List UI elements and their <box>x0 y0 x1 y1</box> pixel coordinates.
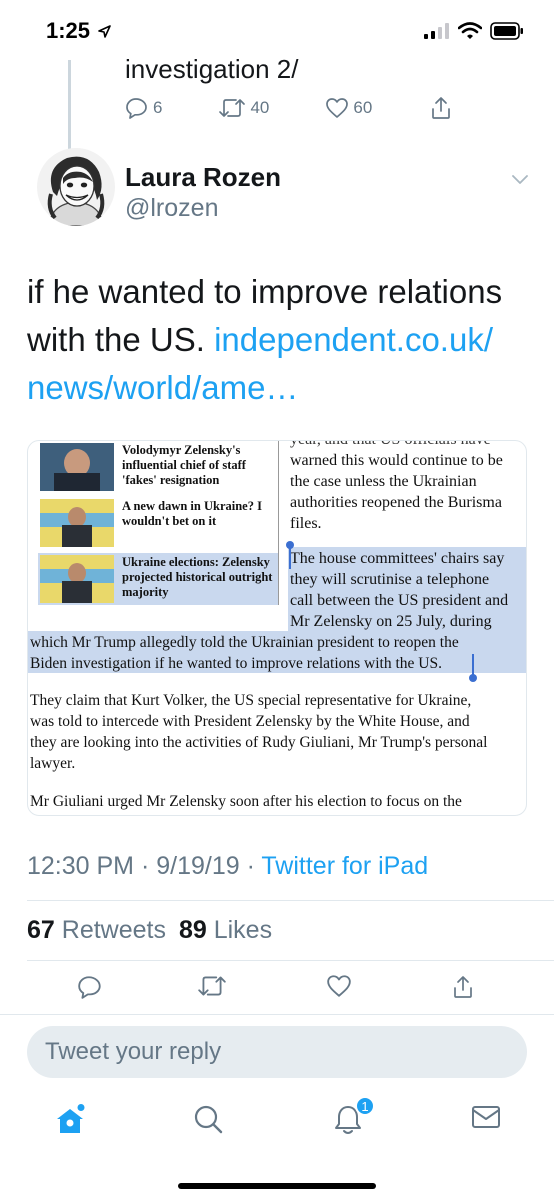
highlighted-line: The house committees' chairs say <box>290 550 505 567</box>
home-indicator <box>178 1183 376 1189</box>
tweet-time: 12:30 PM · 9/19/19 · <box>27 852 255 880</box>
selection-end-handle[interactable] <box>469 674 477 682</box>
wifi-icon <box>458 22 482 39</box>
column-divider <box>278 441 279 605</box>
article-line: was told to intercede with President Zel… <box>30 713 470 730</box>
status-time: 1:25 <box>46 18 111 44</box>
related-article[interactable]: A new dawn in Ukraine? I wouldn't bet on… <box>40 499 282 547</box>
tab-notifications[interactable]: 1 <box>333 1096 375 1141</box>
battery-icon <box>490 22 523 40</box>
avatar-caricature-image <box>37 148 115 226</box>
previous-retweet-count: 40 <box>250 98 270 117</box>
highlighted-line: Mr Zelensky on 25 July, during <box>290 613 492 630</box>
reply-button[interactable] <box>77 974 103 1005</box>
retweet-button[interactable] <box>197 974 227 1003</box>
divider <box>27 960 554 961</box>
tweet-text: if he wanted to improve relations with t… <box>27 268 527 412</box>
article-column-line: warned this would continue to be <box>290 452 503 469</box>
avatar[interactable] <box>37 148 115 226</box>
previous-tweet-text: investigation 2/ <box>125 54 299 84</box>
retweet-icon <box>219 99 246 117</box>
tweet-source-link[interactable]: Twitter for iPad <box>261 852 428 880</box>
related-article-photo <box>40 555 114 603</box>
retweet-count: 67 <box>27 916 55 944</box>
status-indicators <box>424 22 524 40</box>
previous-retweet-button[interactable]: 40 <box>218 97 269 119</box>
previous-reply-count: 6 <box>153 98 163 117</box>
selection-start-bar <box>289 547 291 569</box>
envelope-icon <box>472 1106 500 1128</box>
cellular-signal-icon <box>424 23 449 39</box>
author-name[interactable]: Laura Rozen <box>125 162 281 193</box>
article-cut-line: year, and that US officials have <box>290 441 491 450</box>
reply-icon <box>126 98 147 119</box>
previous-like-button[interactable]: 60 <box>325 97 372 119</box>
related-article-title: Volodymyr Zelensky's influential chief o… <box>122 443 246 487</box>
related-article[interactable]: Volodymyr Zelensky's influential chief o… <box>40 443 282 491</box>
home-icon <box>57 1104 85 1133</box>
previous-like-count: 60 <box>353 98 373 117</box>
share-icon <box>454 976 472 998</box>
more-options-button[interactable] <box>512 172 528 190</box>
heart-icon <box>327 975 351 997</box>
share-button[interactable] <box>452 974 474 1005</box>
like-button[interactable] <box>326 974 352 1003</box>
author-handle[interactable]: @lrozen <box>125 194 218 223</box>
related-article-photo <box>40 499 114 547</box>
article-line: Mr Giuliani urged Mr Zelensky soon after… <box>30 793 462 810</box>
tweet-timestamp: 12:30 PM · 9/19/19 · Twitter for iPad <box>27 852 428 881</box>
status-time-text: 1:25 <box>46 18 91 43</box>
notification-badge: 1 <box>355 1096 375 1116</box>
article-line: they are looking into the activities of … <box>30 734 488 751</box>
search-icon <box>194 1105 223 1134</box>
highlighted-line: they will scrutinise a telephone <box>290 571 490 588</box>
retweets-label: Retweets <box>61 916 166 944</box>
like-count: 89 <box>178 916 207 944</box>
tweet-media-image[interactable]: Volodymyr Zelensky's influential chief o… <box>27 440 527 816</box>
likes-label: Likes <box>213 916 273 944</box>
related-article-title: A new dawn in Ukraine? I wouldn't bet on… <box>122 499 262 528</box>
article-line: They claim that Kurt Volker, the US spec… <box>30 692 472 709</box>
highlighted-line: which Mr Trump allegedly told the Ukrain… <box>30 634 459 651</box>
divider <box>0 1014 554 1015</box>
heart-icon <box>326 98 349 118</box>
highlighted-line: Biden investigation if he wanted to impr… <box>30 655 442 672</box>
article-column-line: authorities reopened the Burisma <box>290 494 502 511</box>
tab-bar: 1 <box>0 1094 554 1154</box>
related-article-photo <box>40 443 114 491</box>
reply-box[interactable] <box>27 1026 527 1078</box>
status-bar: 1:25 <box>0 0 554 62</box>
article-column-line: files. <box>290 515 322 532</box>
previous-share-button[interactable] <box>430 96 452 120</box>
retweet-icon <box>198 976 226 996</box>
tweet-stats: 67 Retweets 89 Likes <box>27 916 272 945</box>
tab-messages[interactable] <box>471 1104 501 1135</box>
location-arrow-icon <box>98 25 111 38</box>
related-article[interactable]: Ukraine elections: Zelensky projected hi… <box>40 555 282 603</box>
related-article-title: Ukraine elections: Zelensky projected hi… <box>122 555 273 599</box>
tab-search[interactable] <box>193 1104 223 1139</box>
reply-icon <box>78 976 101 999</box>
thread-line <box>68 60 71 156</box>
highlighted-line: call between the US president and <box>290 592 509 609</box>
retweets-stat[interactable]: 67 Retweets <box>27 916 166 944</box>
chevron-down-icon <box>512 175 528 184</box>
article-line: lawyer. <box>30 755 76 772</box>
previous-reply-button[interactable]: 6 <box>125 96 162 120</box>
divider <box>27 900 554 901</box>
previous-tweet-actions: 6 40 60 <box>125 96 452 120</box>
reply-input[interactable] <box>45 1038 509 1066</box>
selection-end-bar <box>472 654 474 676</box>
share-icon <box>432 97 451 119</box>
tab-home[interactable] <box>54 1104 86 1141</box>
article-column-line: the case unless the Ukrainian <box>290 473 477 490</box>
likes-stat[interactable]: 89 Likes <box>179 916 272 944</box>
tweet-actions <box>0 970 554 1008</box>
